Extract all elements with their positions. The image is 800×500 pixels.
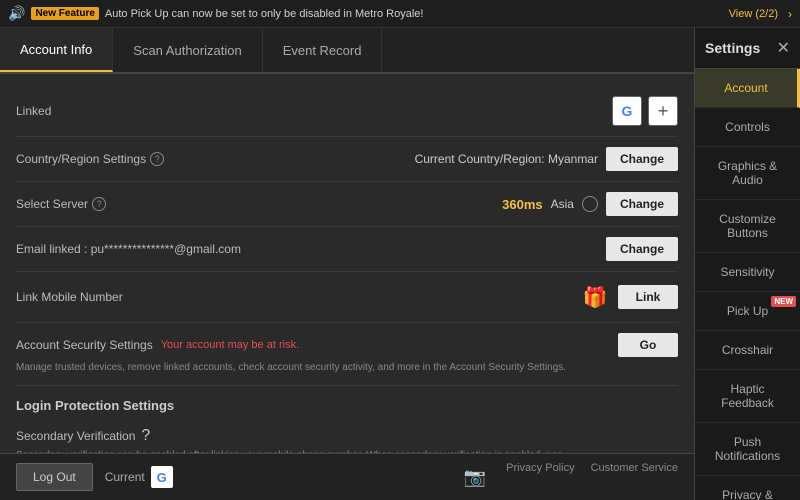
notif-view-label[interactable]: View (2/2) (729, 8, 778, 20)
notification-bar: 🔊 New Feature Auto Pick Up can now be se… (0, 0, 800, 28)
main-layout: Account Info Scan Authorization Event Re… (0, 28, 800, 500)
bottom-bar: Log Out Current G 📷 Privacy Policy Custo… (0, 453, 694, 500)
sidebar-item-sensitivity[interactable]: Sensitivity (695, 253, 800, 292)
tab-event-record[interactable]: Event Record (263, 28, 383, 72)
linked-label: Linked (16, 104, 196, 118)
sidebar-item-privacy-social[interactable]: Privacy & Social (695, 476, 800, 500)
security-label-group: Account Security Settings Your account m… (16, 338, 299, 352)
email-right: Change (316, 237, 678, 261)
country-change-button[interactable]: Change (606, 147, 678, 171)
mobile-right: 🎁 Link (196, 282, 678, 312)
mobile-label: Link Mobile Number (16, 290, 196, 304)
security-top: Account Security Settings Your account m… (16, 333, 678, 357)
current-google-icon: G (151, 466, 173, 488)
sidebar-item-push-notifications[interactable]: Push Notifications (695, 423, 800, 476)
server-radio[interactable] (582, 196, 598, 212)
notif-text: Auto Pick Up can now be set to only be d… (105, 8, 723, 20)
country-region-row: Country/Region Settings ? Current Countr… (16, 137, 678, 182)
sidebar-item-account[interactable]: Account (695, 69, 800, 108)
email-label: Email linked : pu***************@gmail.c… (16, 242, 316, 256)
speaker-icon: 🔊 (8, 5, 25, 22)
sidebar-item-graphics-audio[interactable]: Graphics & Audio (695, 147, 800, 200)
sidebar-item-pickup[interactable]: Pick Up NEW (695, 292, 800, 331)
country-help-icon[interactable]: ? (150, 152, 164, 166)
server-right: 360ms Asia Change (196, 192, 678, 216)
secondary-help-icon[interactable]: ? (141, 427, 150, 445)
secondary-top: Secondary Verification ? (16, 427, 678, 445)
sidebar-item-controls[interactable]: Controls (695, 108, 800, 147)
close-icon[interactable]: ✕ (777, 38, 790, 58)
tab-scan-authorization[interactable]: Scan Authorization (113, 28, 262, 72)
email-row: Email linked : pu***************@gmail.c… (16, 227, 678, 272)
linked-icons-group: G + (196, 96, 678, 126)
server-help-icon[interactable]: ? (92, 197, 106, 211)
server-label: Select Server ? (16, 197, 196, 211)
google-letter: G (622, 103, 633, 119)
logout-button[interactable]: Log Out (16, 463, 93, 491)
right-sidebar: Settings ✕ Account Controls Graphics & A… (694, 28, 800, 500)
tab-bar: Account Info Scan Authorization Event Re… (0, 28, 694, 74)
country-current-label: Current Country/Region: Myanmar (415, 152, 598, 166)
sidebar-item-haptic-feedback[interactable]: Haptic Feedback (695, 370, 800, 423)
security-label: Account Security Settings (16, 338, 153, 352)
server-ping: 360ms (502, 197, 543, 212)
mobile-link-button[interactable]: Link (618, 285, 678, 309)
bottom-links: 📷 Privacy Policy Customer Service (460, 462, 678, 492)
server-row: Select Server ? 360ms Asia Change (16, 182, 678, 227)
new-feature-badge: New Feature (31, 7, 98, 20)
tab-account-info[interactable]: Account Info (0, 28, 113, 72)
gift-icon: 🎁 (580, 282, 610, 312)
current-account-label: Current G (105, 466, 173, 488)
security-row: Account Security Settings Your account m… (16, 323, 678, 386)
content-area: Linked G + Country/Region Settings (0, 74, 694, 453)
sidebar-item-crosshair[interactable]: Crosshair (695, 331, 800, 370)
security-warning: Your account may be at risk. (161, 339, 299, 351)
security-desc: Manage trusted devices, remove linked ac… (16, 361, 678, 375)
google-linked-icon[interactable]: G (612, 96, 642, 126)
linked-row: Linked G + (16, 86, 678, 137)
mobile-row: Link Mobile Number 🎁 Link (16, 272, 678, 323)
linked-icons: G + (612, 96, 678, 126)
server-region: Asia (551, 197, 574, 211)
country-right: Current Country/Region: Myanmar Change (196, 147, 678, 171)
customer-service-link[interactable]: Customer Service (591, 462, 678, 492)
email-change-button[interactable]: Change (606, 237, 678, 261)
security-go-button[interactable]: Go (618, 333, 678, 357)
settings-header: Settings ✕ (695, 28, 800, 69)
server-change-button[interactable]: Change (606, 192, 678, 216)
settings-title: Settings (705, 40, 760, 56)
left-panel: Account Info Scan Authorization Event Re… (0, 28, 694, 500)
secondary-verification-row: Secondary Verification ? Secondary verif… (16, 421, 678, 453)
plus-icon: + (658, 101, 669, 122)
login-protection-header: Login Protection Settings (16, 386, 678, 421)
sidebar-item-customize-buttons[interactable]: Customize Buttons (695, 200, 800, 253)
customer-service-icon[interactable]: 📷 (460, 462, 490, 492)
country-label: Country/Region Settings ? (16, 152, 196, 166)
notif-chevron-icon[interactable]: › (788, 7, 792, 21)
pickup-new-badge: NEW (771, 296, 796, 307)
privacy-policy-link[interactable]: Privacy Policy (506, 462, 574, 492)
add-account-icon[interactable]: + (648, 96, 678, 126)
secondary-label: Secondary Verification (16, 429, 135, 443)
